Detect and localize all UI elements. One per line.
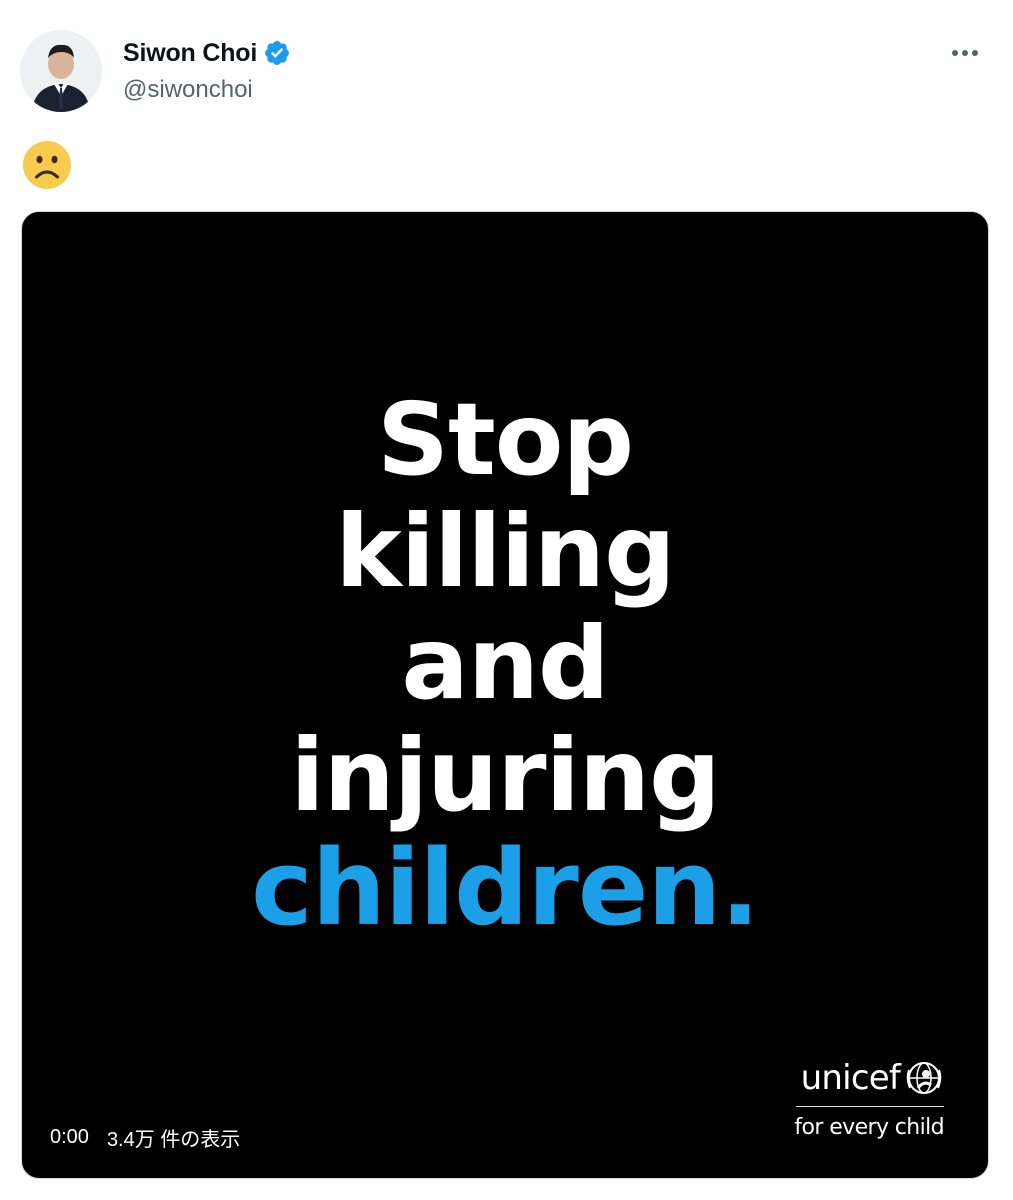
more-options-button[interactable]: [945, 40, 985, 66]
video-player[interactable]: Stop killing and injuring children. unic…: [21, 211, 989, 1179]
slightly-frowning-face-icon: [22, 140, 72, 190]
unicef-tagline: for every child: [794, 1115, 944, 1140]
view-count: 3.4万 件の表示: [106, 1129, 241, 1151]
name-row: Siwon Choi: [123, 36, 291, 70]
more-horizontal-icon: [952, 50, 978, 56]
verified-badge-icon: [263, 39, 291, 67]
unicef-wordmark: unicef: [800, 1058, 901, 1098]
unicef-brand: unicef: [774, 1058, 944, 1098]
display-name[interactable]: Siwon Choi: [123, 39, 257, 68]
unicef-globe-icon: [906, 1062, 942, 1094]
poster-line-accent: children.: [251, 827, 760, 949]
poster-line: and: [401, 605, 609, 722]
unicef-logo: unicef for every child: [774, 1058, 944, 1140]
poster-line: Stop: [376, 381, 634, 498]
poster-line: injuring: [290, 717, 720, 834]
tweet-header: Siwon Choi @siwonchoi: [20, 30, 993, 114]
unicef-divider: [796, 1106, 944, 1107]
video-meta: 0:00 3.4万 件の表示: [50, 1123, 240, 1152]
user-meta: Siwon Choi @siwonchoi: [123, 36, 291, 104]
poster-text: Stop killing and injuring children.: [22, 381, 988, 949]
avatar[interactable]: [20, 30, 102, 112]
handle[interactable]: @siwonchoi: [123, 76, 291, 104]
video-timestamp: 0:00: [50, 1126, 89, 1148]
poster-line: killing: [335, 493, 675, 610]
avatar-image: [20, 30, 102, 112]
